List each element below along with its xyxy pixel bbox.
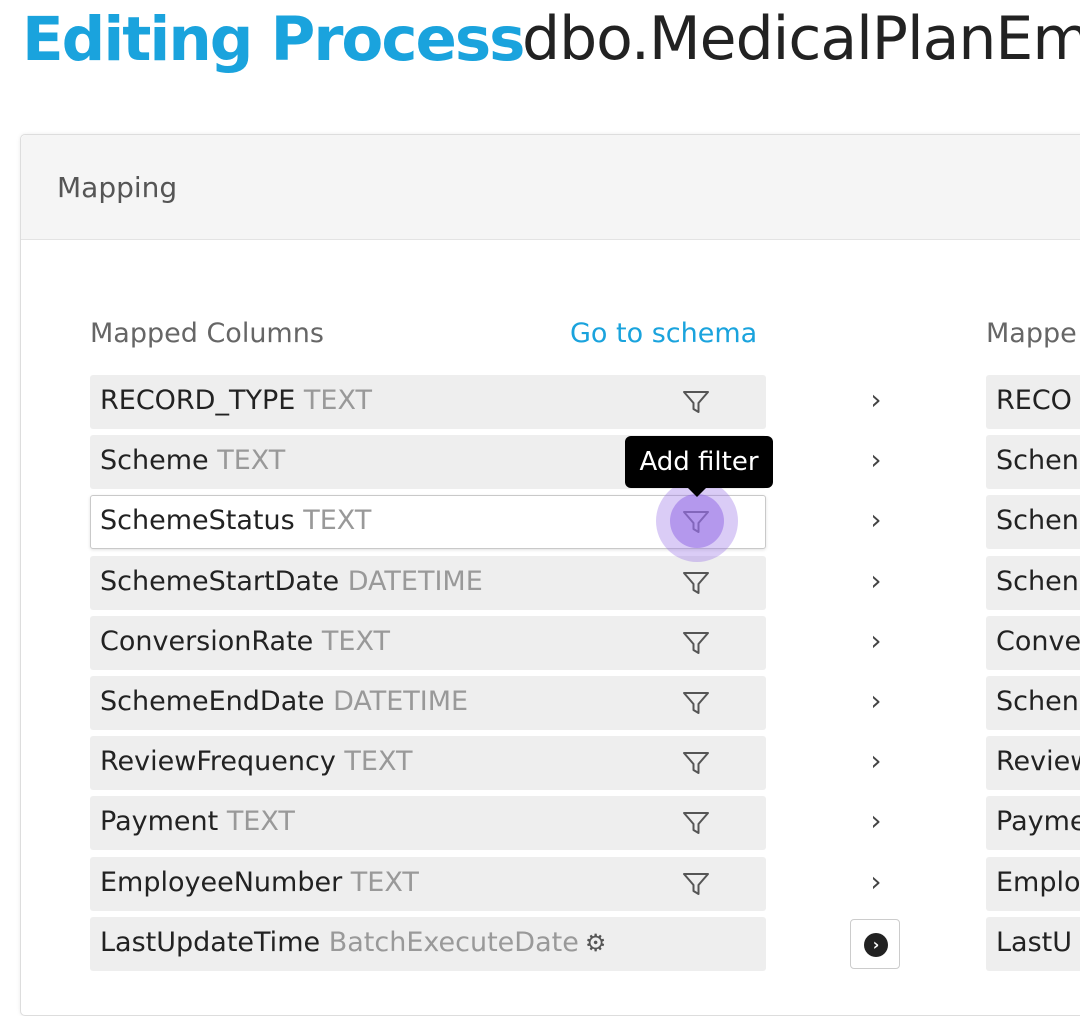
target-column-row[interactable]: Conve	[986, 616, 1080, 670]
column-text: Scheme TEXT	[100, 445, 285, 476]
column-text: EmployeeNumber TEXT	[100, 867, 419, 898]
column-text: SchemeStartDate DATETIME	[100, 566, 483, 597]
target-column-row[interactable]: Schen	[986, 435, 1080, 489]
target-column-row[interactable]: Schen	[986, 495, 1080, 549]
filter-icon[interactable]	[680, 747, 712, 779]
column-type: TEXT	[303, 385, 372, 416]
target-column-row[interactable]: Emplo	[986, 857, 1080, 911]
column-type: BatchExecuteDate	[328, 927, 579, 958]
mapped-column-row[interactable]: SchemeStartDate DATETIME	[90, 556, 766, 610]
mapped-column-row[interactable]: LastUpdateTime BatchExecuteDate ⚙	[90, 917, 766, 971]
column-text: Payment TEXT	[100, 806, 295, 837]
filter-icon[interactable]	[680, 386, 712, 418]
filter-icon[interactable]	[680, 868, 712, 900]
column-name: ReviewFrequency	[100, 746, 336, 777]
filter-icon[interactable]	[680, 627, 712, 659]
column-type: TEXT	[303, 505, 372, 536]
target-column-row[interactable]: RECO	[986, 375, 1080, 429]
filter-icon[interactable]	[680, 687, 712, 719]
column-type: TEXT	[217, 445, 286, 476]
column-name: ConversionRate	[100, 626, 314, 657]
column-name: LastUpdateTime	[100, 927, 321, 958]
column-name: SchemeStartDate	[100, 566, 340, 597]
arrow-circle-right-icon: ›	[864, 933, 888, 957]
target-column-name: Review	[996, 746, 1080, 777]
mapped-column-row[interactable]: SchemeEndDate DATETIME	[90, 676, 766, 730]
target-column-name: Emplo	[996, 867, 1080, 898]
chevron-right-icon[interactable]: ›	[866, 684, 886, 717]
target-column-row[interactable]: Schen	[986, 556, 1080, 610]
gear-icon[interactable]: ⚙	[585, 929, 607, 957]
column-text: LastUpdateTime BatchExecuteDate ⚙	[100, 927, 606, 958]
go-to-schema-link[interactable]: Go to schema	[570, 318, 757, 349]
column-text: SchemeStatus TEXT	[100, 505, 371, 536]
target-column-name: Schen	[996, 505, 1079, 536]
target-column-name: Schen	[996, 445, 1079, 476]
target-column-name: Conve	[996, 626, 1080, 657]
mapping-panel-title: Mapping	[57, 171, 178, 204]
column-text: SchemeEndDate DATETIME	[100, 686, 468, 717]
target-column-name: Schen	[996, 566, 1079, 597]
column-text: RECORD_TYPE TEXT	[100, 385, 372, 416]
tooltip-arrow	[687, 487, 707, 497]
target-column-row[interactable]: Review	[986, 736, 1080, 790]
filter-icon[interactable]	[680, 567, 712, 599]
chevron-right-icon[interactable]: ›	[866, 564, 886, 597]
process-object-name: dbo.MedicalPlanEm	[522, 4, 1080, 74]
chevron-right-icon[interactable]: ›	[866, 624, 886, 657]
target-columns-label: Mappe	[986, 318, 1077, 349]
chevron-right-icon[interactable]: ›	[866, 503, 886, 536]
mapped-column-row[interactable]: EmployeeNumber TEXT	[90, 857, 766, 911]
page-title: Editing Process	[22, 4, 525, 75]
column-name: EmployeeNumber	[100, 867, 343, 898]
column-name: RECORD_TYPE	[100, 385, 296, 416]
column-name: SchemeEndDate	[100, 686, 325, 717]
mapped-columns-label: Mapped Columns	[90, 318, 324, 349]
chevron-right-icon[interactable]: ›	[866, 383, 886, 416]
mapped-column-row[interactable]: ConversionRate TEXT	[90, 616, 766, 670]
target-column-name: Schen	[996, 686, 1079, 717]
column-text: ConversionRate TEXT	[100, 626, 390, 657]
mapped-column-row[interactable]: RECORD_TYPE TEXT	[90, 375, 766, 429]
column-type: TEXT	[344, 746, 413, 777]
chevron-right-icon[interactable]: ›	[866, 865, 886, 898]
column-name: Payment	[100, 806, 219, 837]
target-column-row[interactable]: LastU	[986, 917, 1080, 971]
target-column-name: Payme	[996, 806, 1080, 837]
click-indicator-center	[670, 494, 724, 548]
mapped-column-row[interactable]: ReviewFrequency TEXT	[90, 736, 766, 790]
column-name: Scheme	[100, 445, 209, 476]
column-type: DATETIME	[333, 686, 469, 717]
chevron-right-icon[interactable]: ›	[866, 804, 886, 837]
column-type: TEXT	[350, 867, 419, 898]
filter-icon[interactable]	[680, 807, 712, 839]
mapping-panel-header: Mapping	[21, 135, 1080, 240]
target-column-name: RECO	[996, 385, 1072, 416]
add-filter-tooltip: Add filter	[625, 436, 773, 488]
target-column-row[interactable]: Payme	[986, 796, 1080, 850]
chevron-right-icon[interactable]: ›	[866, 443, 886, 476]
chevron-right-icon[interactable]: ›	[866, 744, 886, 777]
batch-action-button[interactable]: ›	[850, 919, 900, 969]
column-type: TEXT	[226, 806, 295, 837]
column-type: TEXT	[321, 626, 390, 657]
target-column-row[interactable]: Schen	[986, 676, 1080, 730]
target-column-name: LastU	[996, 927, 1073, 958]
column-text: ReviewFrequency TEXT	[100, 746, 413, 777]
mapped-column-row[interactable]: Payment TEXT	[90, 796, 766, 850]
column-type: DATETIME	[347, 566, 483, 597]
column-name: SchemeStatus	[100, 505, 295, 536]
